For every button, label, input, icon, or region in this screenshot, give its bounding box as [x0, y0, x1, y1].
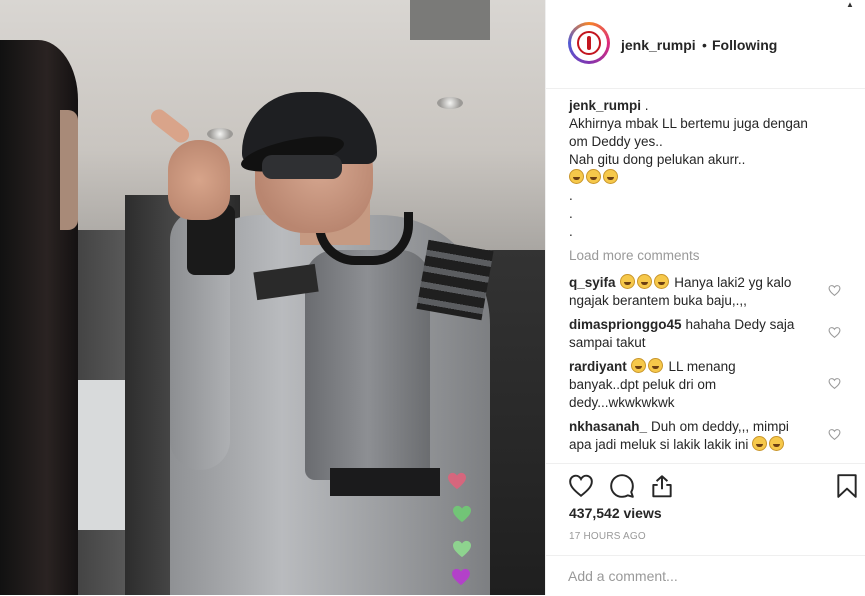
post-video[interactable]: [0, 0, 545, 595]
comment-username[interactable]: rardiyant: [569, 359, 627, 374]
view-count[interactable]: 437,542 views: [569, 505, 662, 521]
caption-suffix: .: [641, 98, 649, 113]
grinning-face-emoji-icon: [603, 169, 618, 184]
comment-item: dimasprionggo45 hahaha Dedy saja sampai t…: [569, 316, 824, 352]
profile-logo-icon: [577, 31, 601, 55]
heart-outline-icon[interactable]: [568, 473, 594, 499]
avatar[interactable]: [568, 22, 610, 64]
ceiling-light: [437, 97, 463, 109]
laughing-emoji-icon: [636, 274, 652, 289]
laughing-emoji-icon: [630, 358, 646, 373]
caption-username[interactable]: jenk_rumpi: [569, 98, 641, 113]
ceiling-window: [410, 0, 490, 40]
comment-item: q_syifa Hanya laki2 yg kalo ngajak beran…: [569, 274, 824, 310]
load-more-comments-link[interactable]: Load more comments: [569, 248, 700, 263]
laughing-emoji-icon: [647, 358, 663, 373]
avatar-inner: [571, 25, 607, 61]
post-side-panel: ▲ jenk_rumpi • Following jenk_rumpi . Ak…: [545, 0, 865, 595]
laughing-emoji-icon: [653, 274, 669, 289]
share-icon[interactable]: [649, 473, 675, 499]
comment-text: apa jadi meluk si lakik lakik ini: [569, 437, 749, 452]
woman-face: [60, 110, 78, 230]
comment-like-heart-icon[interactable]: [828, 428, 841, 441]
caption-line: Akhirnya mbak LL bertemu juga dengan: [569, 116, 808, 131]
add-comment-input[interactable]: [568, 568, 838, 584]
header-separator: •: [702, 37, 707, 53]
comment-username[interactable]: dimasprionggo45: [569, 317, 682, 332]
comment-username[interactable]: nkhasanah_: [569, 419, 647, 434]
comment-item: rardiyant LL menang banyak..dpt peluk dr…: [569, 358, 824, 412]
laughing-emoji-icon: [769, 436, 785, 451]
comment-text: Duh om deddy,,, mimpi: [651, 419, 789, 434]
post-header: jenk_rumpi • Following: [546, 0, 865, 89]
laughing-emoji-icon: [752, 436, 768, 451]
live-heart-icon: [447, 472, 467, 490]
comment-like-heart-icon[interactable]: [828, 377, 841, 390]
comment-text: ngajak berantem buka baju,.,,: [569, 293, 747, 308]
add-comment-bar: [546, 555, 865, 596]
caption-dot: .: [569, 224, 573, 239]
live-heart-icon: [452, 540, 472, 558]
comment-text: sampai takut: [569, 335, 646, 350]
comment-item: nkhasanah_ Duh om deddy,,, mimpi apa jadi…: [569, 418, 824, 454]
laughing-emoji-icon: [619, 274, 635, 289]
sunglasses: [262, 155, 342, 179]
comment-text: Hanya laki2 yg kalo: [674, 275, 792, 290]
caption-dot: .: [569, 206, 573, 221]
post-caption: jenk_rumpi . Akhirnya mbak LL bertemu ju…: [569, 97, 854, 241]
jacket-stripes: [416, 239, 494, 321]
caption-emojis: [569, 169, 854, 187]
comment-username[interactable]: q_syifa: [569, 275, 616, 290]
comment-text: LL menang: [668, 359, 736, 374]
live-heart-icon: [451, 568, 471, 586]
man-hand: [168, 140, 230, 220]
comment-text: dedy...wkwkwkwk: [569, 395, 675, 410]
caption-line: om Deddy yes..: [569, 134, 663, 149]
ceiling-light: [207, 128, 233, 140]
post-timestamp[interactable]: 17 HOURS AGO: [569, 531, 646, 542]
man-shirt: [305, 250, 430, 480]
bookmark-icon[interactable]: [834, 473, 860, 499]
post-username[interactable]: jenk_rumpi: [621, 37, 696, 53]
live-heart-icon: [452, 505, 472, 523]
comment-like-heart-icon[interactable]: [828, 326, 841, 339]
comment-text: banyak..dpt peluk dri om: [569, 377, 717, 392]
grinning-face-emoji-icon: [569, 169, 584, 184]
following-button[interactable]: Following: [712, 37, 777, 53]
man-belt: [330, 468, 440, 496]
background-doorway: [70, 380, 130, 530]
comment-text: hahaha Dedy saja: [685, 317, 795, 332]
caption-line: Nah gitu dong pelukan akurr..: [569, 152, 746, 167]
comment-bubble-icon[interactable]: [609, 473, 635, 499]
comment-like-heart-icon[interactable]: [828, 284, 841, 297]
grinning-face-emoji-icon: [586, 169, 601, 184]
caption-dot: .: [569, 188, 573, 203]
